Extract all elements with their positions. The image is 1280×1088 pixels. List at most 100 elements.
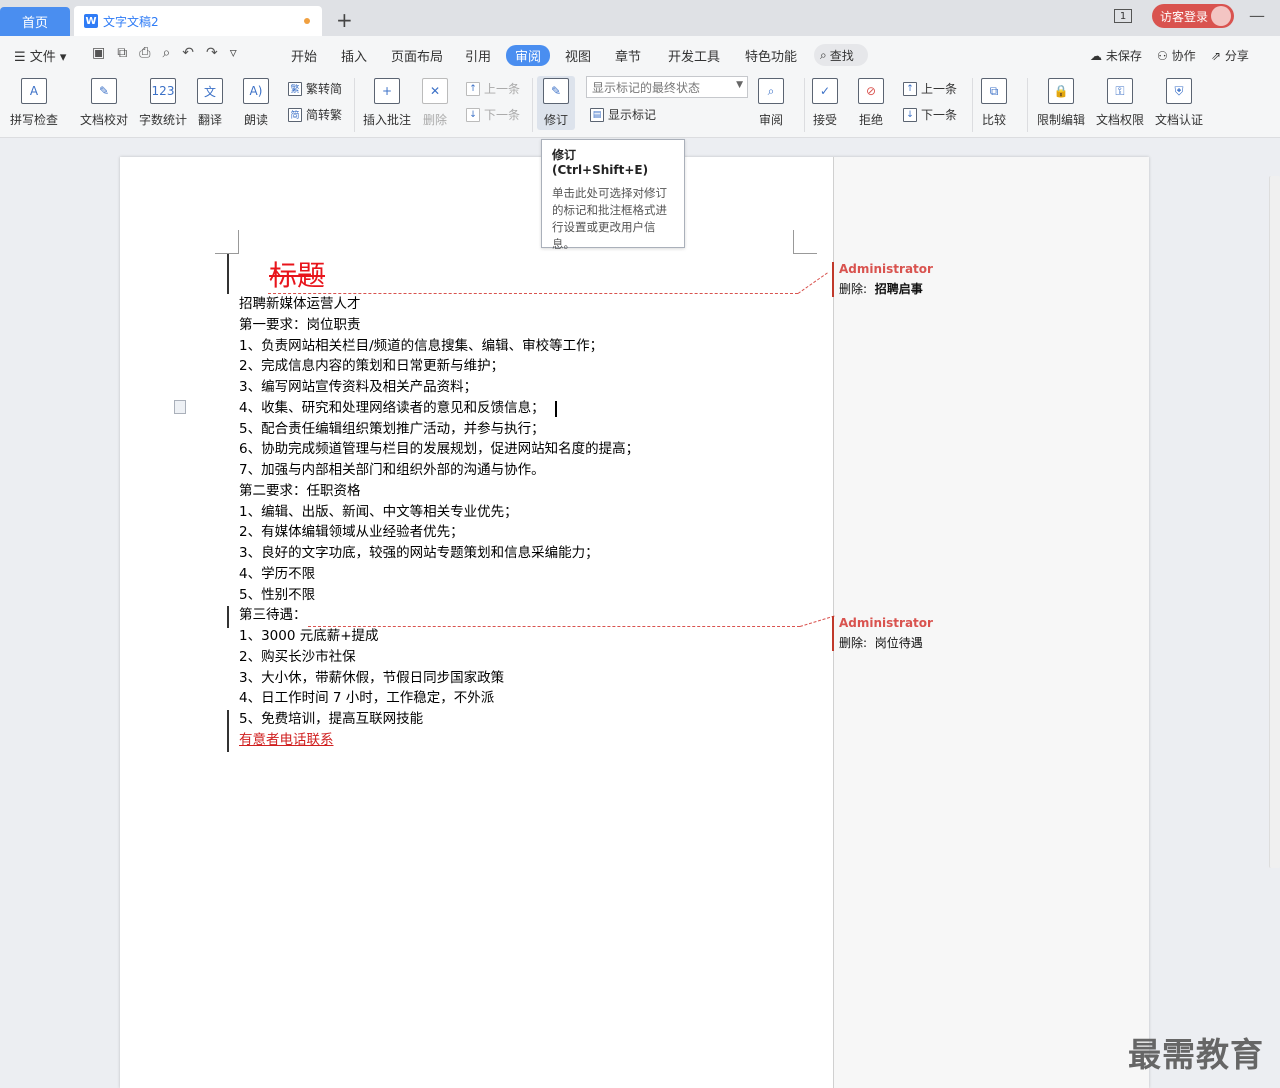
document-line[interactable]: 1、编辑、出版、新闻、中文等相关专业优先； bbox=[239, 502, 518, 523]
doc-rights-button[interactable]: ⚿ 文档权限 bbox=[1096, 78, 1144, 128]
document-line[interactable]: 7、加强与内部相关部门和组织外部的沟通与协作。 bbox=[239, 460, 545, 481]
document-inserted-line[interactable]: 有意者电话联系 bbox=[239, 730, 334, 751]
compare-button[interactable]: ⧉ 比较 bbox=[981, 78, 1007, 128]
trad-to-simp-button[interactable]: 繁繁转简 bbox=[288, 80, 342, 97]
accept-label: 接受 bbox=[812, 113, 837, 127]
collaborate-button[interactable]: ⚇ 协作 bbox=[1157, 47, 1196, 64]
tab-references[interactable]: 引用 bbox=[465, 46, 491, 65]
review-pane-button[interactable]: ⌕ 审阅 bbox=[758, 78, 784, 128]
export-icon[interactable]: ⧉ bbox=[117, 45, 127, 61]
translate-button[interactable]: 文 翻译 bbox=[197, 78, 223, 128]
document-line[interactable]: 5、配合责任编辑组织策划推广活动，并参与执行； bbox=[239, 419, 545, 440]
new-tab-button[interactable]: + bbox=[336, 8, 353, 32]
prev-change-icon: ↑ bbox=[903, 81, 917, 96]
tab-start[interactable]: 开始 bbox=[291, 46, 317, 65]
document-line[interactable]: 5、免费培训，提高互联网技能 bbox=[239, 709, 423, 730]
next-change-button[interactable]: ↓ 下一条 bbox=[903, 106, 957, 123]
document-line[interactable]: 3、编写网站宣传资料及相关产品资料； bbox=[239, 377, 477, 398]
reject-icon: ⊘ bbox=[858, 78, 884, 104]
show-markup-label: 显示标记 bbox=[608, 108, 657, 122]
cloud-icon: ☁ bbox=[1090, 49, 1106, 63]
restrict-edit-label: 限制编辑 bbox=[1037, 113, 1086, 127]
document-line[interactable]: 4、收集、研究和处理网络读者的意见和反馈信息； bbox=[239, 398, 545, 419]
tab-view[interactable]: 视图 bbox=[565, 46, 591, 65]
document-line[interactable]: 5、性别不限 bbox=[239, 585, 315, 606]
accept-button[interactable]: ✓ 接受 bbox=[812, 78, 838, 128]
markup-view-select[interactable]: 显示标记的最终状态 ▼ bbox=[586, 76, 748, 98]
spell-check-icon: A bbox=[21, 78, 47, 104]
tab-home[interactable]: 首页 bbox=[0, 7, 70, 36]
comment-balloon[interactable]: Administrator 删除: 招聘启事 bbox=[832, 262, 942, 297]
file-menu-button[interactable]: ☰ 文件 ▾ bbox=[14, 46, 66, 65]
show-markup-button[interactable]: ▤ 显示标记 bbox=[590, 106, 656, 123]
print-icon[interactable]: ⎙ bbox=[139, 45, 150, 61]
print-preview-icon[interactable]: ⌕ bbox=[162, 45, 170, 61]
next-comment-label: 下一条 bbox=[484, 108, 521, 122]
share-button[interactable]: ⇗ 分享 bbox=[1211, 47, 1249, 64]
window-count-icon[interactable]: 1 bbox=[1114, 9, 1132, 23]
change-bar bbox=[227, 606, 229, 628]
prev-change-button[interactable]: ↑ 上一条 bbox=[903, 80, 957, 97]
review-ribbon: A 拼写检查 ✎ 文档校对 123 字数统计 文 翻译 A) 朗读 繁繁转简 简… bbox=[0, 72, 1280, 138]
doc-cert-button[interactable]: ⛨ 文档认证 bbox=[1155, 78, 1203, 128]
ribbon-separator bbox=[532, 78, 533, 132]
document-line[interactable]: 4、日工作时间 7 小时，工作稳定，不外派 bbox=[239, 688, 494, 709]
minimize-icon[interactable]: — bbox=[1249, 6, 1265, 25]
next-change-label: 下一条 bbox=[921, 108, 958, 122]
document-line[interactable]: 第二要求：任职资格 bbox=[239, 481, 361, 502]
vertical-scrollbar[interactable] bbox=[1269, 176, 1280, 868]
undo-icon[interactable]: ↶ bbox=[182, 45, 194, 61]
insert-comment-button[interactable]: + 插入批注 bbox=[363, 78, 411, 128]
word-count-button[interactable]: 123 字数统计 bbox=[139, 78, 187, 128]
delete-comment-button[interactable]: ✕ 删除 bbox=[422, 78, 448, 128]
doc-proof-button[interactable]: ✎ 文档校对 bbox=[80, 78, 128, 128]
save-icon[interactable]: ▣ bbox=[92, 45, 105, 61]
tab-section[interactable]: 章节 bbox=[615, 46, 641, 65]
read-aloud-button[interactable]: A) 朗读 bbox=[243, 78, 269, 128]
tab-page-layout[interactable]: 页面布局 bbox=[391, 46, 443, 65]
document-line[interactable]: 2、完成信息内容的策划和日常更新与维护； bbox=[239, 356, 504, 377]
next-comment-icon: ↓ bbox=[466, 107, 480, 122]
unsaved-button[interactable]: ☁ 未保存 bbox=[1090, 47, 1142, 64]
tab-developer[interactable]: 开发工具 bbox=[668, 46, 720, 65]
document-line[interactable]: 第三待遇： bbox=[239, 605, 307, 626]
title-bar: 首页 W 文字文稿2 + 1 访客登录 — bbox=[0, 0, 1280, 36]
comment-balloon[interactable]: Administrator 删除: 岗位待遇 bbox=[832, 616, 942, 651]
menu-bar: ☰ 文件 ▾ ▣ ⧉ ⎙ ⌕ ↶ ↷ ▿ 开始 插入 页面布局 引用 审阅 视图… bbox=[0, 36, 1280, 72]
redo-icon[interactable]: ↷ bbox=[206, 45, 218, 61]
document-line[interactable]: 招聘新媒体运营人才 bbox=[239, 294, 361, 315]
document-line[interactable]: 1、3000 元底薪+提成 bbox=[239, 626, 379, 647]
tab-document[interactable]: W 文字文稿2 bbox=[74, 6, 322, 36]
paragraph-handle-icon[interactable] bbox=[174, 400, 186, 414]
prev-comment-label: 上一条 bbox=[484, 82, 521, 96]
ribbon-separator bbox=[804, 78, 805, 132]
doc-rights-label: 文档权限 bbox=[1096, 113, 1145, 127]
document-line[interactable]: 2、购买长沙市社保 bbox=[239, 647, 356, 668]
document-line[interactable]: 1、负责网站相关栏目/频道的信息搜集、编辑、审校等工作； bbox=[239, 336, 603, 357]
document-line[interactable]: 4、学历不限 bbox=[239, 564, 315, 585]
simp-to-trad-button[interactable]: 简简转繁 bbox=[288, 106, 342, 123]
tab-review[interactable]: 审阅 bbox=[506, 45, 551, 66]
prev-comment-button[interactable]: ↑ 上一条 bbox=[466, 80, 520, 97]
restrict-edit-button[interactable]: 🔒 限制编辑 bbox=[1037, 78, 1085, 128]
markup-view-value: 显示标记的最终状态 bbox=[592, 80, 701, 95]
read-aloud-label: 朗读 bbox=[243, 113, 268, 127]
customize-icon[interactable]: ▿ bbox=[230, 45, 237, 61]
document-line[interactable]: 3、良好的文字功底，较强的网站专题策划和信息采编能力； bbox=[239, 543, 599, 564]
tab-insert[interactable]: 插入 bbox=[341, 46, 367, 65]
document-line[interactable]: 3、大小休，带薪休假，节假日同步国家政策 bbox=[239, 668, 504, 689]
track-changes-icon: ✎ bbox=[543, 78, 569, 104]
spell-check-button[interactable]: A 拼写检查 bbox=[10, 78, 58, 128]
search-button[interactable]: ⌕ 查找 bbox=[814, 44, 868, 66]
track-changes-button[interactable]: ✎ 修订 bbox=[537, 76, 575, 130]
doc-rights-icon: ⚿ bbox=[1107, 78, 1133, 104]
doc-proof-label: 文档校对 bbox=[80, 113, 129, 127]
next-comment-button[interactable]: ↓ 下一条 bbox=[466, 106, 520, 123]
document-line[interactable]: 第一要求：岗位职责 bbox=[239, 315, 361, 336]
document-line[interactable]: 6、协助完成频道管理与栏目的发展规划，促进网站知名度的提高； bbox=[239, 439, 639, 460]
reject-button[interactable]: ⊘ 拒绝 bbox=[858, 78, 884, 128]
tab-features[interactable]: 特色功能 bbox=[745, 46, 797, 65]
visitor-login-button[interactable]: 访客登录 bbox=[1152, 4, 1234, 28]
document-title[interactable]: 标题 bbox=[269, 254, 325, 294]
document-line[interactable]: 2、有媒体编辑领域从业经验者优先； bbox=[239, 522, 464, 543]
